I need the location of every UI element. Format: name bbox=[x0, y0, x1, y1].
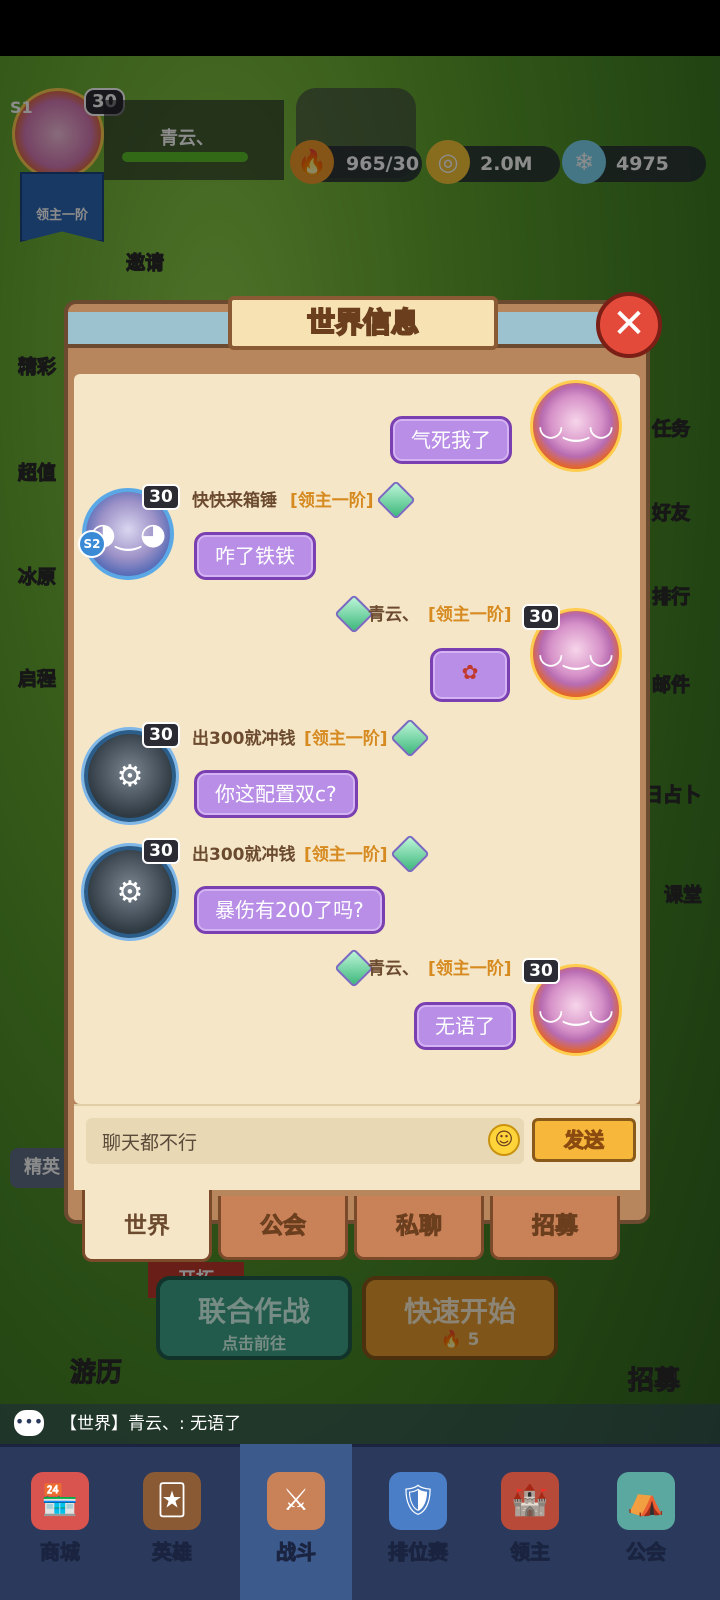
emoji-button[interactable]: ☺ bbox=[488, 1124, 520, 1156]
tab-world[interactable]: 世界 bbox=[82, 1190, 212, 1262]
level-badge: 30 bbox=[142, 722, 180, 748]
close-button[interactable]: ✕ bbox=[596, 292, 662, 358]
chat-bubble: 无语了 bbox=[414, 1002, 516, 1050]
nav-lord[interactable]: 🏰 领主 bbox=[474, 1444, 586, 1600]
tab-guild[interactable]: 公会 bbox=[218, 1196, 348, 1260]
nav-ranked[interactable]: 🛡 排位赛 bbox=[362, 1444, 474, 1600]
sender-name[interactable]: 快快来箱锤 bbox=[192, 486, 277, 511]
sender-name[interactable]: 青云、 bbox=[368, 954, 419, 979]
sender-name[interactable]: 出300就冲钱 bbox=[192, 840, 296, 865]
nav-guild[interactable]: ⛺ 公会 bbox=[590, 1444, 702, 1600]
level-badge: 30 bbox=[522, 958, 560, 984]
shop-icon: 🏪 bbox=[31, 1472, 89, 1530]
gem-icon bbox=[390, 834, 430, 874]
chat-bubble: 你这配置双c? bbox=[194, 770, 358, 818]
level-badge: 30 bbox=[142, 838, 180, 864]
sender-rank: [领主一阶] bbox=[304, 729, 388, 749]
sender-rank: [领主一阶] bbox=[290, 491, 374, 511]
world-chat-ticker[interactable]: 【世界】青云、: 无语了 bbox=[0, 1404, 720, 1444]
level-badge: 30 bbox=[142, 484, 180, 510]
close-icon: ✕ bbox=[612, 301, 646, 347]
dialog-title: 世界信息 bbox=[228, 296, 498, 350]
guild-icon: ⛺ bbox=[617, 1472, 675, 1530]
sender-rank: [领主一阶] bbox=[428, 605, 512, 625]
flower-sticker: ✿ bbox=[430, 648, 510, 702]
sender-name[interactable]: 青云、 bbox=[368, 600, 419, 625]
chat-bubble-icon[interactable]: ••• bbox=[14, 1410, 44, 1436]
chat-bubble: 咋了铁铁 bbox=[194, 532, 316, 580]
nav-shop[interactable]: 🏪 商城 bbox=[4, 1444, 116, 1600]
face-icon: ◡‿◡ bbox=[537, 408, 615, 443]
flower-icon: ✿ bbox=[461, 660, 479, 684]
tab-private[interactable]: 私聊 bbox=[354, 1196, 484, 1260]
trophy-shield-icon: 🛡 bbox=[389, 1472, 447, 1530]
swords-icon: ⚔ bbox=[267, 1472, 325, 1530]
gem-icon bbox=[390, 718, 430, 758]
hero-card-icon: 🃏 bbox=[143, 1472, 201, 1530]
avatar[interactable]: ◡‿◡ bbox=[530, 380, 622, 472]
chat-message-list[interactable]: ◡‿◡ 气死我了 ◕‿◕ 30 S2 快快来箱锤 [领主一阶] 咋了铁铁 ◡‿◡… bbox=[74, 374, 640, 1104]
smiley-icon: ☺ bbox=[494, 1129, 514, 1150]
tab-recruit[interactable]: 招募 bbox=[490, 1196, 620, 1260]
send-button[interactable]: 发送 bbox=[532, 1118, 636, 1162]
sender-name[interactable]: 出300就冲钱 bbox=[192, 724, 296, 749]
sender-rank: [领主一阶] bbox=[428, 959, 512, 979]
nav-battle[interactable]: ⚔ 战斗 bbox=[240, 1444, 352, 1600]
level-badge: 30 bbox=[522, 604, 560, 630]
server-badge: S2 bbox=[78, 530, 106, 558]
nav-heroes[interactable]: 🃏 英雄 bbox=[116, 1444, 228, 1600]
chat-bubble: 暴伤有200了吗? bbox=[194, 886, 385, 934]
chat-bubble: 气死我了 bbox=[390, 416, 512, 464]
lord-banner-icon: 🏰 bbox=[501, 1472, 559, 1530]
sender-rank: [领主一阶] bbox=[304, 845, 388, 865]
chat-message-input[interactable] bbox=[86, 1118, 524, 1164]
gem-icon bbox=[376, 480, 416, 520]
